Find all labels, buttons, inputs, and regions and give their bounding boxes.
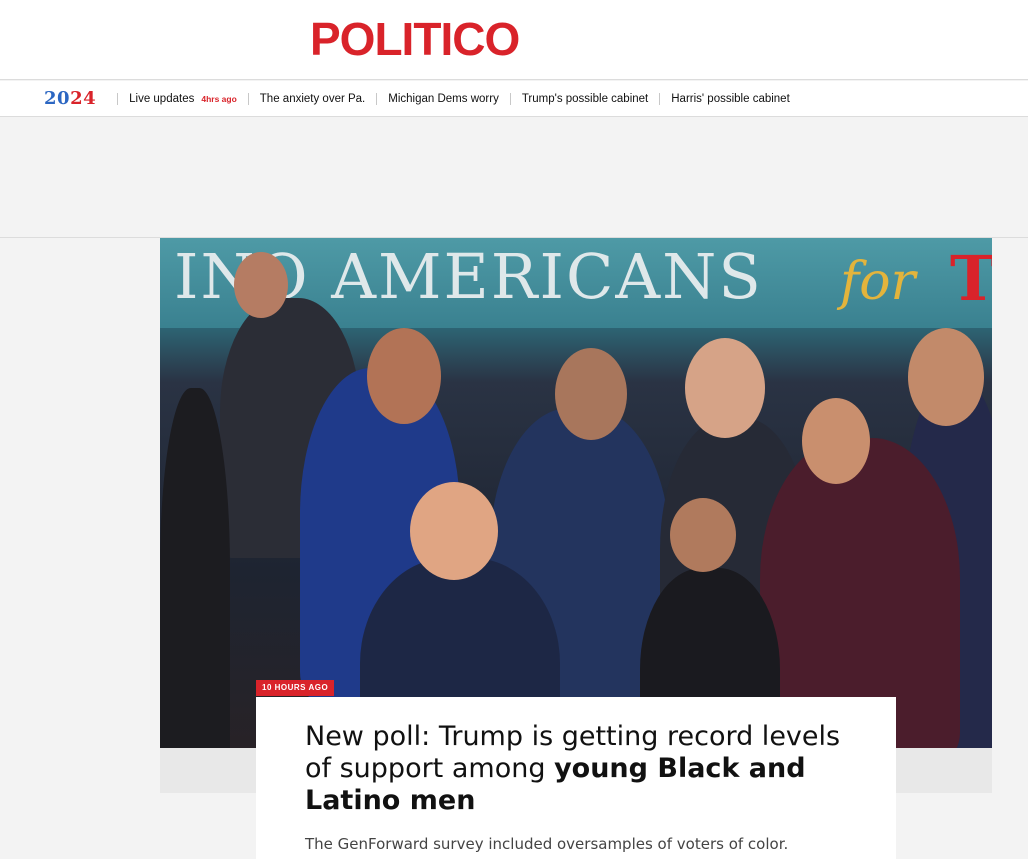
- nav-divider: [117, 92, 119, 105]
- year-part1: 20: [44, 88, 71, 109]
- photo-figure: [802, 398, 870, 484]
- live-updates-timestamp: 4hrs ago: [201, 93, 237, 104]
- photo-figure: [555, 348, 627, 440]
- election-2024-logo[interactable]: 2024: [44, 88, 96, 109]
- nav-divider: [376, 92, 378, 105]
- story-dek: The GenForward survey included oversampl…: [305, 835, 789, 853]
- politico-logo[interactable]: POLITICO: [310, 14, 520, 64]
- nav-divider: [509, 92, 511, 105]
- banner-for-text: for: [840, 252, 916, 312]
- nav-link-anxiety-pa[interactable]: The anxiety over Pa.: [260, 93, 365, 105]
- story-timestamp-badge: 10 HOURS AGO: [256, 680, 335, 696]
- photo-figure: [685, 338, 765, 438]
- photo-figure: [410, 482, 498, 580]
- nav-link-michigan-dems[interactable]: Michigan Dems worry: [388, 93, 499, 105]
- photo-figure: [670, 498, 736, 572]
- ad-slot: [0, 117, 1028, 238]
- year-part2: 24: [70, 88, 97, 109]
- nav-link-trump-cabinet[interactable]: Trump's possible cabinet: [522, 93, 648, 105]
- story-headline[interactable]: New poll: Trump is getting record levels…: [305, 721, 865, 817]
- photo-figure: [234, 252, 288, 318]
- nav-divider: [247, 92, 249, 105]
- photo-figure: [908, 328, 984, 426]
- masthead: POLITICO: [0, 0, 1028, 80]
- photo-figure: [367, 328, 441, 424]
- photo-figure: [160, 388, 230, 793]
- lead-story-card[interactable]: New poll: Trump is getting record levels…: [256, 697, 896, 859]
- trending-nav: 2024 Live updates 4hrs ago The anxiety o…: [0, 81, 1028, 117]
- nav-divider: [659, 92, 661, 105]
- nav-link-live-updates[interactable]: Live updates: [129, 93, 194, 105]
- banner-t-text: T: [950, 242, 992, 315]
- nav-link-harris-cabinet[interactable]: Harris' possible cabinet: [671, 93, 790, 105]
